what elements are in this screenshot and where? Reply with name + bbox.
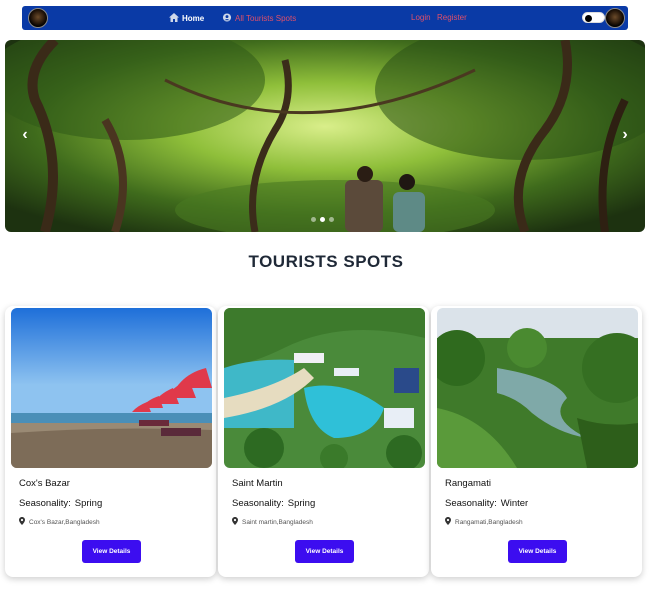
user-circle-icon bbox=[222, 13, 232, 22]
carousel-next-button[interactable]: › bbox=[617, 126, 633, 144]
spot-image-rangamati bbox=[437, 308, 638, 468]
nav-home-link[interactable]: Home bbox=[169, 13, 204, 24]
carousel-prev-button[interactable]: ‹ bbox=[17, 126, 33, 144]
login-link[interactable]: Login bbox=[411, 13, 431, 23]
register-link[interactable]: Register bbox=[437, 13, 467, 23]
spot-seasonality: Seasonality: Spring bbox=[19, 498, 103, 509]
spot-seasonality: Seasonality: Winter bbox=[445, 498, 529, 509]
theme-toggle[interactable] bbox=[582, 12, 605, 23]
navbar: Home All Tourists Spots Login Register bbox=[22, 6, 628, 30]
view-details-button[interactable]: View Details bbox=[82, 540, 141, 563]
hero-carousel: ‹ › bbox=[5, 40, 645, 232]
spot-image-coxs-bazar bbox=[11, 308, 212, 468]
spot-name: Saint Martin bbox=[232, 478, 283, 489]
carousel-dot-active[interactable] bbox=[320, 217, 325, 222]
map-pin-icon bbox=[445, 517, 451, 525]
spot-card: Saint Martin Seasonality: Spring Saint ma… bbox=[218, 306, 429, 577]
spot-name: Rangamati bbox=[445, 478, 491, 489]
map-pin-icon bbox=[19, 517, 25, 525]
site-logo[interactable] bbox=[28, 8, 48, 28]
home-icon bbox=[169, 13, 179, 22]
nav-all-spots-link[interactable]: All Tourists Spots bbox=[222, 13, 296, 24]
spot-image-saint-martin bbox=[224, 308, 425, 468]
spot-card: Rangamati Seasonality: Winter Rangamati,B… bbox=[431, 306, 642, 577]
carousel-dot[interactable] bbox=[329, 217, 334, 222]
toggle-knob bbox=[585, 14, 592, 22]
spot-name: Cox's Bazar bbox=[19, 478, 70, 489]
map-pin-icon bbox=[232, 517, 238, 525]
carousel-dots bbox=[311, 217, 334, 222]
hero-forest-image bbox=[5, 40, 645, 232]
spot-location: Cox's Bazar,Bangladesh bbox=[19, 517, 100, 526]
spot-location: Rangamati,Bangladesh bbox=[445, 517, 523, 526]
carousel-dot[interactable] bbox=[311, 217, 316, 222]
spot-seasonality: Seasonality: Spring bbox=[232, 498, 316, 509]
nav-all-spots-label: All Tourists Spots bbox=[235, 14, 297, 23]
user-avatar[interactable] bbox=[605, 8, 625, 28]
spot-card: Cox's Bazar Seasonality: Spring Cox's Baz… bbox=[5, 306, 216, 577]
nav-home-label: Home bbox=[182, 14, 205, 23]
view-details-button[interactable]: View Details bbox=[295, 540, 354, 563]
spot-location: Saint martin,Bangladesh bbox=[232, 517, 313, 526]
section-title: TOURISTS SPOTS bbox=[248, 252, 404, 271]
view-details-button[interactable]: View Details bbox=[508, 540, 567, 563]
